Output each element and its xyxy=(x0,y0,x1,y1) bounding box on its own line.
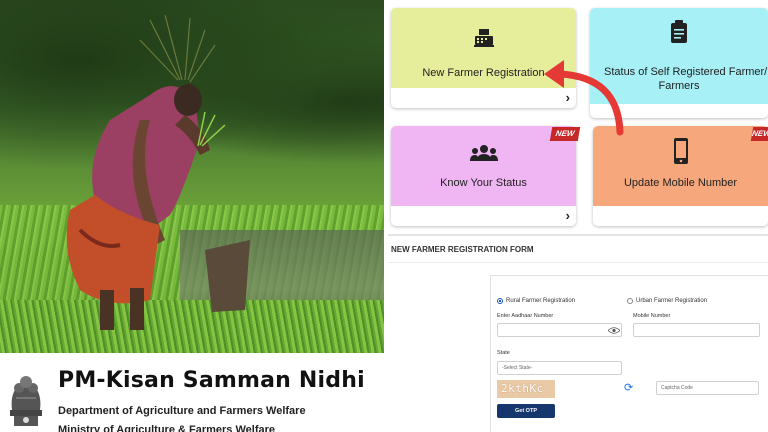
mobile-label: Mobile Number xyxy=(633,313,671,319)
pointer-arrow-icon xyxy=(544,60,624,136)
radio-selected-icon xyxy=(497,298,503,304)
aadhaar-input[interactable] xyxy=(497,323,622,337)
section-divider xyxy=(388,234,768,236)
radio-urban-farmer[interactable]: Urban Farmer Registration xyxy=(627,298,707,304)
clipboard-icon xyxy=(671,20,687,43)
chevron-right-icon: › xyxy=(565,208,570,223)
captcha-image: 2kthKc xyxy=(497,380,555,398)
ministry-name: Ministry of Agriculture & Farmers Welfar… xyxy=(58,424,275,432)
form-title-underline xyxy=(388,262,768,263)
tile-label: Update Mobile Number xyxy=(623,177,738,189)
eye-icon[interactable] xyxy=(608,327,620,334)
brand-title: PM-Kisan Samman Nidhi xyxy=(58,368,365,393)
cash-register-icon xyxy=(473,29,494,47)
department-name: Department of Agriculture and Farmers We… xyxy=(58,405,306,417)
form-title: NEW FARMER REGISTRATION FORM xyxy=(391,245,534,254)
mobile-phone-icon xyxy=(673,138,688,164)
refresh-captcha-icon[interactable]: ⟳ xyxy=(624,381,633,394)
get-otp-button[interactable]: Get OTP xyxy=(497,404,555,418)
radio-unselected-icon xyxy=(627,298,633,304)
state-select[interactable]: -Select State- xyxy=(497,361,622,375)
aadhaar-label: Enter Aadhaar Number xyxy=(497,313,554,319)
state-label: State xyxy=(497,350,510,356)
radio-label: Urban Farmer Registration xyxy=(636,298,708,304)
farmer-figure xyxy=(66,14,250,330)
radio-rural-farmer[interactable]: Rural Farmer Registration xyxy=(497,298,575,304)
new-badge: NEW xyxy=(750,127,768,141)
national-emblem-icon xyxy=(10,376,42,426)
users-icon xyxy=(469,145,498,161)
mobile-input[interactable] xyxy=(633,323,760,337)
tile-label: Know Your Status xyxy=(440,177,527,189)
captcha-input[interactable]: Captcha Code xyxy=(656,381,759,395)
hero-photo xyxy=(0,0,384,353)
radio-label: Rural Farmer Registration xyxy=(506,298,576,304)
